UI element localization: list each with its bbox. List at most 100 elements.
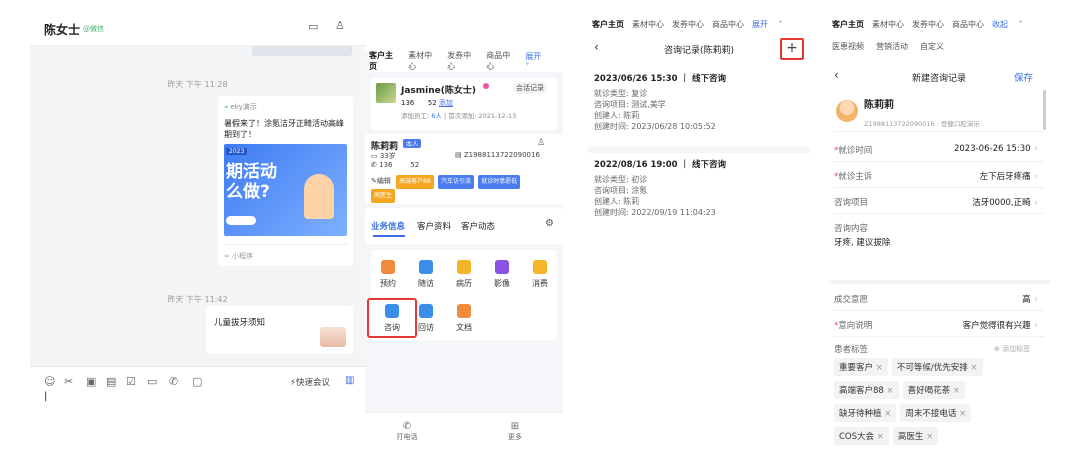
edit-tags-button[interactable]: ✎编辑 [371,177,391,185]
quick-meeting-button[interactable]: ⚡快速会议 [290,376,330,388]
tab-customer-home[interactable]: 客户主页 [592,19,624,30]
customer-name: Jasmine(陈女士) [401,86,476,96]
subtab-business[interactable]: 业务信息 [371,220,405,232]
more-label: 更多 [508,433,522,441]
patient-tag[interactable]: 周末不接电话 × [900,404,972,422]
tab-custom[interactable]: 自定义 [920,41,944,52]
content-textarea[interactable]: 牙疼, 建议拔除 [834,236,890,248]
tab-marketing[interactable]: 营销活动 [876,41,908,52]
subtab-activity[interactable]: 客户动态 [461,220,495,232]
scissors-icon[interactable]: ✂ [64,375,73,388]
video-call-icon[interactable]: ▭ [308,20,318,33]
deal-value: 高 [1022,295,1031,305]
patient-tag[interactable]: 重要客户 × [834,358,888,376]
folder-icon[interactable]: ▭ [147,375,157,388]
call-label: 打电话 [396,433,418,441]
record-item[interactable]: 2023/06/26 15:30 ｜ 线下咨询 就诊类型: 复诊 咨询项目: 测… [594,72,804,132]
grid-item-revisit[interactable]: 回访 [411,304,441,333]
patient-tag[interactable]: 不可等候/优先安排 × [891,358,983,376]
person-icon[interactable]: ♙ [537,138,545,148]
grid-label: 预约 [380,279,396,288]
grid-item-records[interactable]: 病历 [449,260,479,289]
grid-item-appointment[interactable]: 预约 [373,260,403,289]
intent-label: 意向说明 [838,321,873,331]
close-icon[interactable]: × [953,386,960,396]
chat-input-area[interactable]: ☺ ✂ ▣ ▤ ☑ ▭ ✆ ▢ ⚡快速会议 ▥ | [30,366,365,465]
scrollbar[interactable] [1043,90,1046,130]
form-row-complaint[interactable]: *就诊主诉 左下后牙疼痛 › [834,162,1044,188]
session-record-label: 会话记录 [516,84,544,92]
close-icon[interactable]: × [970,363,977,373]
tab-products[interactable]: 商品中心 [712,19,744,30]
grid-item-followup[interactable]: 随访 [411,260,441,289]
settings-icon[interactable]: ⚙ [545,218,554,229]
side-panel-icon[interactable]: ▥ [345,375,354,386]
file-icon[interactable]: ▤ [106,375,116,388]
close-icon[interactable]: × [877,432,884,442]
article-card[interactable]: 儿童拔牙须知 [206,306,353,354]
phone-icon[interactable]: ✆ [169,375,178,388]
patient-tag[interactable]: 喜好喝花茶 × [902,381,965,399]
tag-label: COS大会 [839,432,875,442]
form-row-deal[interactable]: 成交意愿 高 › [834,285,1044,311]
image-icon[interactable]: ▣ [86,375,96,388]
tab-coupons[interactable]: 发券中心 [447,50,478,72]
patient-tag[interactable]: 高医生 × [892,427,939,445]
more-button[interactable]: ⊞ 更多 [495,421,535,442]
tab-products[interactable]: 商品中心 [486,50,517,72]
emoji-icon[interactable]: ☺ [44,375,55,388]
id-icon: ▤ [455,151,462,159]
grid-item-consumption[interactable]: 消费 [525,260,555,289]
edit-label: 编辑 [376,177,391,185]
add-record-button[interactable]: + [780,38,804,60]
close-icon[interactable]: × [959,409,966,419]
call-button[interactable]: ✆ 打电话 [387,421,427,442]
add-link[interactable]: 添加 [439,99,453,107]
tab-coupons[interactable]: 发券中心 [912,19,944,30]
text-input-caret[interactable]: | [44,391,47,402]
subtab-bar: 业务信息 客户资料 客户动态 ⚙ [365,208,563,244]
form-row-intent[interactable]: *意向说明 客户觉得很有兴趣 › [834,311,1044,337]
tab-materials[interactable]: 素材中心 [632,19,664,30]
tab-materials[interactable]: 素材中心 [408,50,439,72]
patient-tag[interactable]: 高端客户88 × [834,381,899,399]
close-icon[interactable]: × [876,363,883,373]
grid-item-documents[interactable]: 文档 [449,304,479,333]
mini-program-card[interactable]: ⌁ eky演示 暑假来了！涂氪洁牙正畸活动高峰期到了！ 2023 期活动 么做?… [218,96,353,266]
tab-customer-home[interactable]: 客户主页 [369,50,400,72]
record-item[interactable]: 2022/08/16 19:00 ｜ 线下咨询 就诊类型: 初诊 咨询项目: 涂… [594,158,804,218]
patient-tag[interactable]: 缺牙待种植 × [834,404,897,422]
add-info-count[interactable]: 6人 [431,112,442,120]
expand-button[interactable]: 展开 ˅ [525,51,555,71]
tag-row: ✎编辑 高端客户88 汽车访引流 就诊时意愿低 高医生 [371,175,561,203]
add-tag-button[interactable]: ⊕ 添加标签 [994,344,1030,354]
add-member-icon[interactable]: ♙ [335,19,345,32]
close-icon[interactable]: × [887,386,894,396]
camera-icon [495,260,509,274]
patient-avatar [836,100,858,122]
session-record-button[interactable]: 会话记录 [513,82,547,94]
grid-item-consultation[interactable]: 咨询 [377,304,407,333]
tab-materials[interactable]: 素材中心 [872,19,904,30]
tab-customer-home[interactable]: 客户主页 [832,19,864,30]
form-value: 2023-06-26 15:30 › [954,144,1038,154]
form-row-project[interactable]: 咨询项目 洁牙0000,正畸 › [834,188,1044,214]
tag-label: 缺牙待种植 [839,409,882,419]
tab-coupons[interactable]: 发券中心 [672,19,704,30]
todo-icon[interactable]: ☑ [126,375,136,388]
expand-button[interactable]: 展开 ˅ [752,19,783,30]
form-label: 成交意愿 [834,295,869,305]
close-icon[interactable]: × [926,432,933,442]
screen-share-icon[interactable]: ▢ [192,375,202,388]
grid-item-imaging[interactable]: 影像 [487,260,517,289]
patient-tag[interactable]: COS大会 × [834,427,889,445]
tab-patient-video[interactable]: 医患视频 [832,41,864,52]
subtab-profile[interactable]: 客户资料 [417,220,451,232]
form-row-visit-time[interactable]: *就诊时间 2023-06-26 15:30 › [834,136,1044,162]
tab-products[interactable]: 商品中心 [952,19,984,30]
collapse-button[interactable]: 收起 ˄ [992,19,1023,30]
save-button[interactable]: 保存 [1014,70,1033,84]
tag-label: 喜好喝花茶 [907,386,951,396]
close-icon[interactable]: × [884,409,891,419]
plus-icon: + [786,40,798,56]
